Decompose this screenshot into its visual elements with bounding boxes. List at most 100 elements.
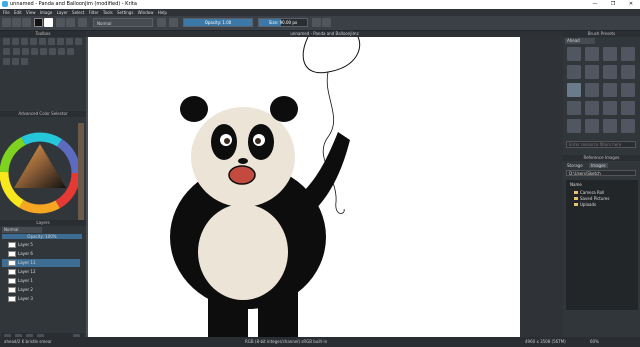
brush-preset[interactable]: [567, 101, 581, 115]
layer-row-selected[interactable]: Layer 11: [2, 259, 80, 267]
layer-row[interactable]: Layer 5: [2, 241, 80, 249]
rectangle-tool-icon[interactable]: [57, 38, 64, 45]
title-bar: unnamed - Panda and BalloonJim (modified…: [0, 0, 640, 9]
eraser-mode-icon[interactable]: [157, 18, 166, 27]
calligraphy-icon[interactable]: [30, 38, 37, 45]
layer-blend-select[interactable]: Normal: [2, 227, 42, 233]
menu-view[interactable]: View: [26, 9, 36, 16]
brush-preset[interactable]: [621, 101, 635, 115]
brush-preset[interactable]: [567, 119, 581, 133]
brush-tool-icon[interactable]: [39, 38, 46, 45]
folder-item[interactable]: Saved Pictures: [574, 196, 609, 201]
krita-app-icon: [2, 1, 8, 7]
brush-preset[interactable]: [567, 65, 581, 79]
menu-help[interactable]: Help: [158, 9, 167, 16]
folder-item[interactable]: Uploads: [574, 202, 596, 207]
tool-options-bar: Normal Opacity: 1.00 Size: 90.00 px: [0, 16, 640, 31]
ellipse-tool-icon[interactable]: [66, 38, 73, 45]
brush-preset[interactable]: [585, 101, 599, 115]
crop-tool-icon[interactable]: [67, 48, 75, 55]
menu-file[interactable]: File: [3, 9, 10, 16]
layer-row[interactable]: Layer 3: [2, 295, 80, 303]
size-slider[interactable]: Size: 90.00 px: [258, 18, 308, 27]
brush-preset-icon[interactable]: [78, 18, 87, 27]
layer-row[interactable]: Layer 1: [2, 277, 80, 285]
brush-preset[interactable]: [585, 65, 599, 79]
brush-preset[interactable]: [621, 47, 635, 61]
polyline-tool-icon[interactable]: [3, 48, 10, 55]
reference-tab-storage[interactable]: Storage: [567, 163, 583, 168]
freehand-path-icon[interactable]: [22, 48, 30, 55]
panda-artwork[interactable]: [88, 37, 520, 337]
status-zoom[interactable]: 60%: [590, 337, 599, 347]
menu-select[interactable]: Select: [72, 9, 84, 16]
save-document-icon[interactable]: [22, 18, 31, 27]
advanced-color-selector[interactable]: [0, 118, 86, 228]
layer-thumbnail: [8, 260, 16, 266]
preserve-alpha-icon[interactable]: [169, 18, 178, 27]
layer-row[interactable]: Layer 12: [2, 268, 80, 276]
transform-tool-icon[interactable]: [49, 48, 57, 55]
brush-preset-selected[interactable]: [567, 83, 581, 97]
brush-preset[interactable]: [621, 119, 635, 133]
menu-edit[interactable]: Edit: [14, 9, 22, 16]
new-document-icon[interactable]: [2, 18, 11, 27]
brush-preset[interactable]: [603, 47, 617, 61]
menu-bar: File Edit View Image Layer Select Filter…: [0, 9, 640, 16]
menu-image[interactable]: Image: [40, 9, 53, 16]
brush-tag-select[interactable]: Ahead: [565, 38, 595, 44]
menu-tools[interactable]: Tools: [103, 9, 113, 16]
panda-right-ear: [270, 96, 298, 122]
foreground-color-swatch[interactable]: [34, 18, 43, 27]
saturation-value-triangle[interactable]: [14, 144, 66, 188]
color-history-strip[interactable]: [78, 123, 84, 223]
brush-preset[interactable]: [603, 101, 617, 115]
brush-preset[interactable]: [585, 83, 599, 97]
brush-preset[interactable]: [603, 65, 617, 79]
menu-layer[interactable]: Layer: [57, 9, 68, 16]
panda-raised-arm: [303, 132, 350, 212]
fill-tool-icon[interactable]: [21, 58, 28, 65]
brush-preset[interactable]: [621, 83, 635, 97]
maximize-button[interactable]: ❐: [604, 0, 622, 9]
polygon-tool-icon[interactable]: [75, 38, 82, 45]
balloon-outline: [302, 37, 361, 74]
brush-preset[interactable]: [621, 65, 635, 79]
gradient-icon[interactable]: [56, 18, 65, 27]
close-button[interactable]: ✕: [622, 0, 640, 9]
move-tool-icon[interactable]: [58, 48, 66, 55]
folder-item[interactable]: Camera Roll: [574, 190, 604, 195]
select-shapes-icon[interactable]: [3, 38, 10, 45]
dynamic-brush-icon[interactable]: [31, 48, 39, 55]
bezier-tool-icon[interactable]: [13, 48, 21, 55]
layer-row[interactable]: Layer 2: [2, 286, 80, 294]
background-color-swatch[interactable]: [44, 18, 53, 27]
drawing-canvas[interactable]: [88, 37, 520, 337]
minimize-button[interactable]: —: [586, 0, 604, 9]
gradient-tool-icon[interactable]: [3, 58, 10, 65]
mirror-vertical-icon[interactable]: [322, 18, 331, 27]
color-picker-icon[interactable]: [12, 58, 19, 65]
mirror-horizontal-icon[interactable]: [312, 18, 321, 27]
blend-mode-select[interactable]: Normal: [93, 18, 153, 27]
edit-shapes-icon[interactable]: [21, 38, 28, 45]
pattern-icon[interactable]: [66, 18, 75, 27]
reference-tab-images[interactable]: Images: [589, 163, 608, 168]
text-tool-icon[interactable]: [12, 38, 19, 45]
open-document-icon[interactable]: [12, 18, 21, 27]
brush-preset[interactable]: [567, 47, 581, 61]
brush-preset[interactable]: [603, 119, 617, 133]
brush-preset[interactable]: [585, 119, 599, 133]
layer-opacity-slider[interactable]: Opacity: 100%: [2, 234, 82, 239]
menu-settings[interactable]: Settings: [117, 9, 133, 16]
reference-path-select[interactable]: D:\Users\Sketch: [566, 170, 636, 176]
opacity-slider[interactable]: Opacity: 1.00: [183, 18, 253, 27]
multibrush-icon[interactable]: [40, 48, 48, 55]
menu-filter[interactable]: Filter: [89, 9, 99, 16]
menu-window[interactable]: Window: [138, 9, 154, 16]
brush-search-input[interactable]: [566, 141, 636, 148]
brush-preset[interactable]: [585, 47, 599, 61]
brush-preset[interactable]: [603, 83, 617, 97]
line-tool-icon[interactable]: [48, 38, 55, 45]
layer-row[interactable]: Layer 6: [2, 250, 80, 258]
